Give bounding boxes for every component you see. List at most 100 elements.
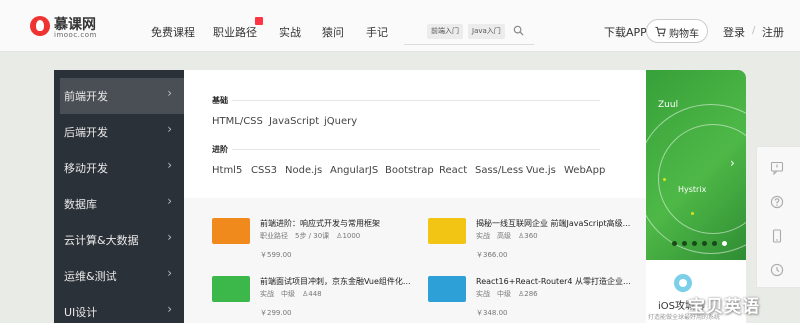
pagination-dot[interactable]	[672, 241, 677, 246]
course-title: 前端进阶：响应式开发与常用框架	[260, 219, 380, 228]
recommended-courses: 前端进阶：响应式开发与常用框架 职业路径 5步 / 30课 ♙1000 ￥599…	[184, 198, 646, 323]
course-thumbnail	[428, 276, 466, 302]
cart-label: 购物车	[669, 29, 699, 40]
search-tag-frontend[interactable]: 前端入门	[427, 24, 463, 39]
section-title-basic: 基础	[212, 96, 228, 105]
search-tag-java[interactable]: Java入门	[468, 24, 505, 39]
course-meta: 实战 中级 ♙286	[476, 290, 538, 298]
pagination-dot-active[interactable]	[722, 241, 727, 246]
course-meta: 职业路径 5步 / 30课 ♙1000	[260, 232, 361, 240]
login-register-separator: /	[752, 25, 756, 36]
pagination-dot[interactable]	[702, 241, 707, 246]
category-label: UI设计	[64, 306, 98, 319]
chevron-right-icon: ›	[167, 266, 172, 280]
pagination-dot[interactable]	[692, 241, 697, 246]
banner-label-zuul: Zuul	[658, 100, 679, 110]
category-mobile[interactable]: 移动开发 ›	[54, 150, 184, 186]
nav-career-path[interactable]: 职业路径	[213, 24, 257, 40]
chevron-right-icon: ›	[167, 122, 172, 136]
category-ops-testing[interactable]: 运维&测试 ›	[54, 258, 184, 294]
section-divider	[232, 100, 600, 101]
search-underline	[404, 44, 534, 45]
course-meta: 实战 高级 ♙360	[476, 232, 538, 240]
course-card[interactable]: 前端进阶：响应式开发与常用框架 职业路径 5步 / 30课 ♙1000 ￥599…	[212, 218, 412, 273]
category-backend[interactable]: 后端开发 ›	[54, 114, 184, 150]
link-react[interactable]: React	[439, 165, 467, 176]
link-html-css[interactable]: HTML/CSS	[212, 116, 263, 127]
nav-practice[interactable]: 实战	[279, 24, 301, 40]
category-menu: 前端开发 › 后端开发 › 移动开发 › 数据库 › 云计算&大数据 › 运维&…	[54, 70, 184, 323]
download-app-link[interactable]: 下载APP	[604, 24, 647, 40]
nav-questions[interactable]: 猿问	[322, 24, 344, 40]
search-icon[interactable]	[513, 25, 524, 36]
cart-icon	[655, 26, 666, 37]
top-header: 慕课网 imooc.com 免费课程 职业路径 实战 猿问 手记 前端入门 Ja…	[0, 0, 800, 52]
category-database[interactable]: 数据库 ›	[54, 186, 184, 222]
course-card[interactable]: 揭秘一线互联网企业 前端JavaScript高级... 实战 高级 ♙360 ￥…	[428, 218, 631, 273]
flame-logo-icon	[30, 16, 50, 36]
link-css3[interactable]: CSS3	[251, 165, 277, 176]
category-ui-design[interactable]: UI设计 ›	[54, 294, 184, 323]
chevron-right-icon: ›	[167, 302, 172, 316]
chevron-right-icon: ›	[167, 86, 172, 100]
clock-icon[interactable]	[770, 263, 784, 277]
category-label: 前端开发	[64, 90, 108, 103]
nav-notes[interactable]: 手记	[366, 24, 388, 40]
cart-button[interactable]: 购物车	[646, 19, 708, 43]
link-vuejs[interactable]: Vue.js	[526, 165, 556, 176]
link-webapp[interactable]: WebApp	[564, 165, 605, 176]
banner-pagination	[672, 241, 736, 247]
link-html5[interactable]: Html5	[212, 165, 242, 176]
category-label: 后端开发	[64, 126, 108, 139]
chevron-right-icon: ›	[167, 194, 172, 208]
category-label: 数据库	[64, 198, 97, 211]
category-label: 运维&测试	[64, 270, 117, 283]
logo-subtext: imooc.com	[54, 31, 97, 39]
register-link[interactable]: 注册	[762, 24, 784, 40]
panel-links-area: 基础 HTML/CSS JavaScript jQuery 进阶 Html5 C…	[184, 70, 646, 198]
course-price: ￥348.00	[476, 309, 508, 317]
category-label: 云计算&大数据	[64, 234, 139, 247]
comment-icon[interactable]	[770, 161, 784, 175]
watermark-text: 宝贝英语	[688, 297, 760, 317]
course-price: ￥366.00	[476, 251, 508, 259]
course-thumbnail	[212, 218, 250, 244]
category-dropdown-panel: 基础 HTML/CSS JavaScript jQuery 进阶 Html5 C…	[184, 70, 646, 323]
ios-path-icon	[674, 274, 692, 292]
course-thumbnail	[428, 218, 466, 244]
course-meta: 实战 中级 ♙448	[260, 290, 322, 298]
banner-label-hystrix: Hystrix	[678, 185, 707, 194]
banner-node-dot	[663, 178, 666, 181]
link-jquery[interactable]: jQuery	[324, 116, 357, 127]
category-frontend[interactable]: 前端开发 ›	[60, 78, 184, 114]
nav-free-courses[interactable]: 免费课程	[151, 24, 195, 40]
course-card[interactable]: 前端面试项目冲刺，京东金融Vue组件化... 实战 中级 ♙448 ￥299.0…	[212, 276, 412, 323]
pagination-dot[interactable]	[712, 241, 717, 246]
course-card[interactable]: React16+React-Router4 从零打造企业... 实战 中级 ♙2…	[428, 276, 631, 323]
course-price: ￥599.00	[260, 251, 292, 259]
right-floating-toolbar	[756, 146, 800, 288]
question-icon[interactable]	[770, 195, 784, 209]
course-price: ￥299.00	[260, 309, 292, 317]
banner-node-dot	[691, 212, 694, 215]
link-sass-less[interactable]: Sass/Less	[475, 165, 523, 176]
category-cloud-bigdata[interactable]: 云计算&大数据 ›	[54, 222, 184, 258]
promo-banner[interactable]: Zuul Hystrix ›	[646, 70, 746, 260]
course-title: 揭秘一线互联网企业 前端JavaScript高级...	[476, 219, 631, 228]
pagination-dot[interactable]	[682, 241, 687, 246]
phone-icon[interactable]	[770, 229, 784, 243]
link-nodejs[interactable]: Node.js	[285, 165, 322, 176]
course-thumbnail	[212, 276, 250, 302]
imooc-logo[interactable]: 慕课网 imooc.com	[30, 14, 110, 42]
chevron-right-icon: ›	[167, 158, 172, 172]
category-label: 移动开发	[64, 162, 108, 175]
course-title: React16+React-Router4 从零打造企业...	[476, 277, 631, 286]
login-link[interactable]: 登录	[723, 24, 745, 40]
banner-next-arrow[interactable]: ›	[730, 156, 735, 170]
link-angularjs[interactable]: AngularJS	[330, 165, 378, 176]
chevron-right-icon: ›	[167, 230, 172, 244]
link-javascript[interactable]: JavaScript	[269, 116, 319, 127]
section-title-advanced: 进阶	[212, 145, 228, 154]
link-bootstrap[interactable]: Bootstrap	[385, 165, 434, 176]
nav-new-badge	[255, 17, 263, 25]
